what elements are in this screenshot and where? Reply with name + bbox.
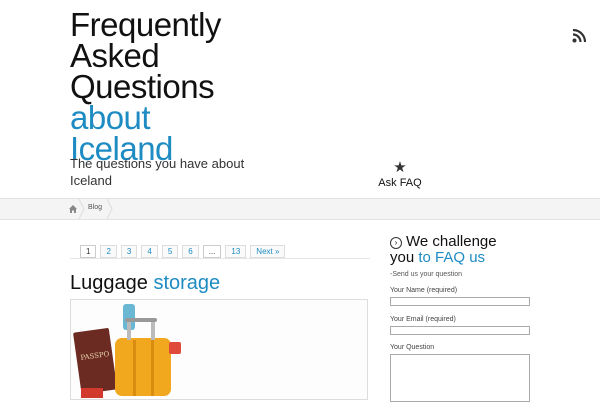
sidebar-heading-text: to FAQ us <box>418 249 486 266</box>
sidebar-heading-text: you <box>390 249 415 266</box>
rss-icon[interactable] <box>572 29 586 43</box>
name-label: Your Name (required) <box>390 287 458 294</box>
next-page-link[interactable]: Next » <box>250 245 286 258</box>
breadcrumb-separator <box>106 199 113 219</box>
post-title[interactable]: Luggage storage <box>70 271 220 295</box>
sidebar-heading: › We challenge you to FAQ us <box>390 234 540 266</box>
question-textarea[interactable] <box>390 354 530 402</box>
title-line-4: about <box>70 99 151 136</box>
ask-faq-link[interactable]: ★ Ask FAQ <box>372 160 428 189</box>
chevron-right-icon: › <box>390 237 402 249</box>
email-label: Your Email (required) <box>390 316 456 323</box>
breadcrumb-separator <box>78 199 85 219</box>
breadcrumb: Blog <box>0 198 600 220</box>
title-line-3: Questions <box>70 68 215 105</box>
ask-faq-label: Ask FAQ <box>378 177 422 189</box>
post-thumbnail[interactable]: PASSPO <box>70 299 368 400</box>
divider <box>70 258 370 259</box>
post-title-word: Luggage <box>70 272 148 294</box>
sidebar-subtitle: -Send us your question <box>390 271 462 278</box>
name-field[interactable] <box>390 297 530 306</box>
page-link[interactable]: 6 <box>182 245 199 258</box>
site-title[interactable]: Frequently Asked Questions about Iceland <box>70 6 310 165</box>
post-title-word: storage <box>153 272 221 294</box>
page-link[interactable]: 13 <box>225 245 247 258</box>
home-icon[interactable] <box>68 204 78 214</box>
star-icon: ★ <box>393 159 407 176</box>
site-tagline: The questions you have about Iceland <box>70 156 245 188</box>
breadcrumb-current[interactable]: Blog <box>88 204 102 211</box>
page-link[interactable]: 5 <box>161 245 179 258</box>
page-ellipsis: ... <box>202 245 222 258</box>
luggage-passport-image: PASSPO <box>71 300 367 399</box>
sidebar-heading-text: We challenge <box>406 233 497 250</box>
title-line-1: Frequently <box>70 6 221 43</box>
question-label: Your Question <box>390 344 435 351</box>
page-current: 1 <box>80 245 97 258</box>
page-link[interactable]: 4 <box>141 245 158 258</box>
page-link[interactable]: 3 <box>120 245 138 258</box>
page-link[interactable]: 2 <box>100 245 117 258</box>
title-line-2: Asked <box>70 37 160 74</box>
email-field[interactable] <box>390 326 530 335</box>
pagination: 1 2 3 4 5 6 ... 13 Next » <box>80 245 286 258</box>
